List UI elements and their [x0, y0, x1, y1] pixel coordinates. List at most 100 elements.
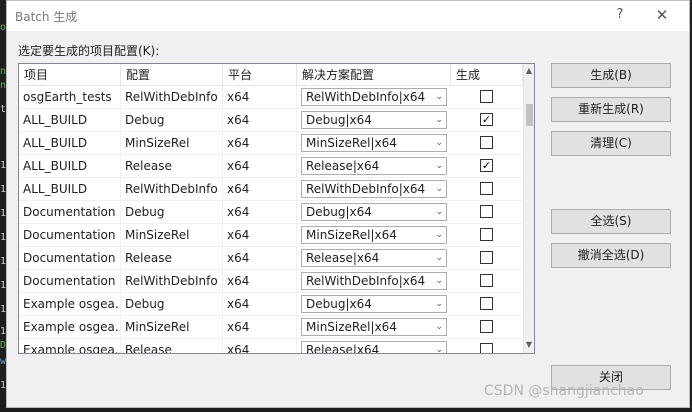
solution-config-dropdown[interactable]: MinSizeRel|x64 ⌄ [301, 226, 447, 244]
build-checkbox[interactable] [480, 90, 493, 103]
solution-config-dropdown[interactable]: MinSizeRel|x64 ⌄ [301, 318, 447, 336]
solution-config-dropdown[interactable]: Debug|x64 ⌄ [301, 295, 447, 313]
build-checkbox[interactable] [480, 228, 493, 241]
project-cell: ALL_BUILD [19, 132, 121, 154]
build-checkbox[interactable] [480, 274, 493, 287]
config-cell: Debug [121, 293, 223, 315]
column-header-platform[interactable]: 平台 [223, 64, 297, 86]
solution-config-dropdown[interactable]: RelWithDebInfo|x64 ⌄ [301, 180, 447, 198]
platform-cell: x64 [223, 86, 297, 108]
solution-config-value: MinSizeRel|x64 [306, 136, 397, 150]
config-cell: Release [121, 247, 223, 269]
platform-cell: x64 [223, 155, 297, 177]
table-row[interactable]: Documentation Release x64 Release|x64 ⌄ [19, 247, 523, 270]
solution-config-dropdown[interactable]: MinSizeRel|x64 ⌄ [301, 134, 447, 152]
column-header-solution-config[interactable]: 解决方案配置 [297, 64, 451, 86]
platform-cell: x64 [223, 247, 297, 269]
help-icon[interactable]: ? [613, 7, 627, 22]
solution-config-dropdown[interactable]: Release|x64 ⌄ [301, 341, 447, 354]
table-row[interactable]: Example osgea... Release x64 Release|x64 ⌄ [19, 339, 523, 354]
config-cell: MinSizeRel [121, 132, 223, 154]
project-cell: Documentation [19, 247, 121, 269]
table-row[interactable]: ALL_BUILD Release x64 Release|x64 ⌄ ✓ [19, 155, 523, 178]
chevron-down-icon: ⌄ [435, 161, 443, 171]
config-cell: RelWithDebInfo [121, 270, 223, 292]
rebuild-button[interactable]: 重新生成(R) [551, 97, 671, 122]
table-row[interactable]: Documentation RelWithDebInfo x64 RelWithDeb… [19, 270, 523, 293]
solution-config-value: Release|x64 [306, 159, 380, 173]
project-cell: ALL_BUILD [19, 178, 121, 200]
solution-config-dropdown[interactable]: Release|x64 ⌄ [301, 249, 447, 267]
solution-config-dropdown[interactable]: Release|x64 ⌄ [301, 157, 447, 175]
column-header-build[interactable]: 生成 [451, 64, 523, 86]
solution-config-value: Release|x64 [306, 343, 380, 354]
platform-cell: x64 [223, 316, 297, 338]
table-row[interactable]: Example osgea... Debug x64 Debug|x64 ⌄ [19, 293, 523, 316]
solution-config-value: Debug|x64 [306, 205, 372, 219]
solution-config-dropdown[interactable]: Debug|x64 ⌄ [301, 203, 447, 221]
chevron-down-icon: ⌄ [435, 138, 443, 148]
build-checkbox[interactable] [480, 343, 493, 353]
build-checkbox[interactable] [480, 182, 493, 195]
build-checkbox[interactable] [480, 205, 493, 218]
chevron-down-icon: ⌄ [435, 92, 443, 102]
config-cell: Release [121, 155, 223, 177]
project-cell: osgEarth_tests [19, 86, 121, 108]
close-icon[interactable]: ✕ [655, 6, 669, 24]
chevron-down-icon: ⌄ [435, 299, 443, 309]
solution-config-dropdown[interactable]: RelWithDebInfo|x64 ⌄ [301, 272, 447, 290]
table-row[interactable]: ALL_BUILD Debug x64 Debug|x64 ⌄ ✓ [19, 109, 523, 132]
scroll-down-icon[interactable]: ▼ [524, 339, 534, 351]
platform-cell: x64 [223, 109, 297, 131]
build-checkbox[interactable] [480, 297, 493, 310]
build-checkbox[interactable] [480, 320, 493, 333]
solution-config-value: RelWithDebInfo|x64 [306, 90, 426, 104]
build-checkbox[interactable] [480, 136, 493, 149]
solution-config-value: RelWithDebInfo|x64 [306, 274, 426, 288]
platform-cell: x64 [223, 270, 297, 292]
project-cell: Example osgea... [19, 316, 121, 338]
dialog-title: Batch 生成 [15, 10, 78, 24]
solution-config-value: Debug|x64 [306, 297, 372, 311]
project-cell: Example osgea... [19, 339, 121, 353]
checkmark-icon: ✓ [481, 113, 492, 126]
config-cell: RelWithDebInfo [121, 178, 223, 200]
solution-config-value: MinSizeRel|x64 [306, 228, 397, 242]
build-button[interactable]: 生成(B) [551, 63, 671, 88]
platform-cell: x64 [223, 293, 297, 315]
table-row[interactable]: ALL_BUILD MinSizeRel x64 MinSizeRel|x64 ⌄ [19, 132, 523, 155]
table-row[interactable]: osgEarth_tests RelWithDebInfo x64 RelWithDe… [19, 86, 523, 109]
build-checkbox[interactable] [480, 251, 493, 264]
project-config-grid: 项目 配置 平台 解决方案配置 生成 osgEarth_tests RelWith… [18, 63, 535, 354]
clean-button[interactable]: 清理(C) [551, 131, 671, 156]
table-row[interactable]: Documentation MinSizeRel x64 MinSizeRel|x64… [19, 224, 523, 247]
column-header-config[interactable]: 配置 [121, 64, 223, 86]
table-row[interactable]: Documentation Debug x64 Debug|x64 ⌄ [19, 201, 523, 224]
chevron-down-icon: ⌄ [435, 230, 443, 240]
deselect-all-button[interactable]: 撤消全选(D) [551, 243, 671, 268]
solution-config-value: Debug|x64 [306, 113, 372, 127]
scroll-up-icon[interactable]: ▲ [524, 65, 534, 77]
select-all-button[interactable]: 全选(S) [551, 209, 671, 234]
grid-vertical-scrollbar[interactable]: ▲ ▼ [523, 64, 534, 353]
platform-cell: x64 [223, 224, 297, 246]
build-checkbox[interactable]: ✓ [480, 159, 493, 172]
chevron-down-icon: ⌄ [435, 322, 443, 332]
table-row[interactable]: ALL_BUILD RelWithDebInfo x64 RelWithDebInfo… [19, 178, 523, 201]
chevron-down-icon: ⌄ [435, 253, 443, 263]
solution-config-value: MinSizeRel|x64 [306, 320, 397, 334]
project-cell: Example osgea... [19, 293, 121, 315]
column-header-project[interactable]: 项目 [19, 64, 121, 86]
project-cell: Documentation [19, 224, 121, 246]
scrollbar-thumb[interactable] [526, 104, 533, 126]
solution-config-value: Release|x64 [306, 251, 380, 265]
solution-config-dropdown[interactable]: RelWithDebInfo|x64 ⌄ [301, 88, 447, 106]
config-cell: RelWithDebInfo [121, 86, 223, 108]
table-row[interactable]: Example osgea... MinSizeRel x64 MinSizeRel|… [19, 316, 523, 339]
solution-config-dropdown[interactable]: Debug|x64 ⌄ [301, 111, 447, 129]
solution-config-value: RelWithDebInfo|x64 [306, 182, 426, 196]
config-cell: Debug [121, 109, 223, 131]
build-checkbox[interactable]: ✓ [480, 113, 493, 126]
config-cell: MinSizeRel [121, 224, 223, 246]
config-cell: Release [121, 339, 223, 353]
